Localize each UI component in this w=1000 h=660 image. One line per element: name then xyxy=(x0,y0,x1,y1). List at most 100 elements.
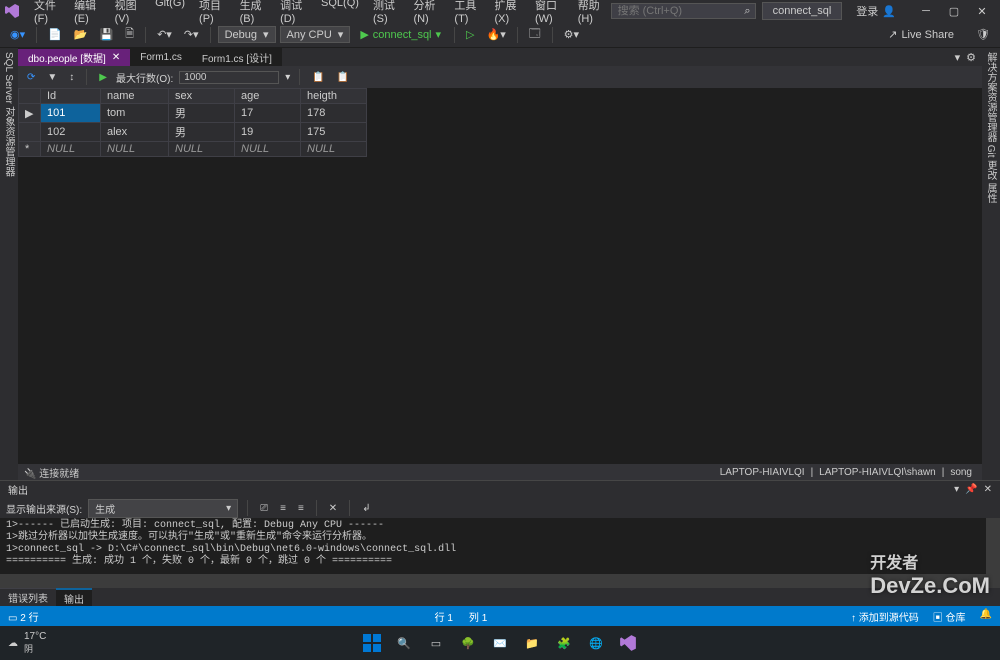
cell[interactable]: alex xyxy=(101,123,169,142)
back-button[interactable]: ◉▾ xyxy=(6,26,29,43)
script-icon[interactable]: 📋 xyxy=(309,71,327,84)
prev-icon[interactable]: ≡ xyxy=(277,502,289,515)
row-selector[interactable] xyxy=(19,123,41,142)
script2-icon[interactable]: 📋 xyxy=(334,71,352,84)
explorer-icon[interactable]: 📁 xyxy=(522,633,542,653)
chevron-down-icon[interactable]: ▾ xyxy=(285,72,290,83)
sort-icon[interactable]: ↕ xyxy=(66,71,77,84)
cell[interactable]: 19 xyxy=(235,123,301,142)
run-noDebug-button[interactable]: ▷ xyxy=(462,26,478,43)
panel-dropdown-icon[interactable]: ▾ xyxy=(954,484,959,495)
column-header[interactable]: name xyxy=(101,89,169,104)
close-button[interactable]: ✕ xyxy=(968,1,996,21)
save-all-button[interactable]: 🗎 xyxy=(121,23,138,46)
open-button[interactable]: 📂 xyxy=(70,26,92,43)
column-header[interactable]: age xyxy=(235,89,301,104)
output-hscrollbar[interactable] xyxy=(0,574,1000,588)
cell[interactable]: tom xyxy=(101,104,169,123)
cell[interactable]: 101 xyxy=(41,104,101,123)
mail-icon[interactable]: ✉️ xyxy=(490,633,510,653)
search-icon[interactable]: ⌕ xyxy=(744,5,750,18)
status-add-source[interactable]: ↑ 添加到源代码 xyxy=(851,609,919,624)
global-search[interactable]: ⌕ xyxy=(611,3,756,19)
tab-settings-icon[interactable]: ⚙ xyxy=(966,51,976,64)
menu-item[interactable]: Git(G) xyxy=(149,0,191,27)
doc-tab[interactable]: Form1.cs xyxy=(130,48,192,66)
run-button[interactable]: ▶ connect_sql ▾ xyxy=(354,26,447,43)
search-input[interactable] xyxy=(618,5,749,17)
app-icon-1[interactable]: 🌳 xyxy=(458,633,478,653)
status-repo[interactable]: ▣ 仓库 xyxy=(933,609,966,624)
right-side-rail[interactable]: 解决方案资源管理器 Git 更改 属性 xyxy=(982,48,1000,480)
cell[interactable]: NULL xyxy=(101,142,169,157)
table-row[interactable]: *NULLNULLNULLNULLNULL xyxy=(19,142,367,157)
filter-icon[interactable]: ▼ xyxy=(44,71,60,84)
menu-item[interactable]: 分析(N) xyxy=(407,0,446,27)
menu-item[interactable]: 扩展(X) xyxy=(488,0,527,27)
taskbar-search-icon[interactable]: 🔍 xyxy=(394,633,414,653)
tab-errorlist[interactable]: 错误列表 xyxy=(0,588,56,606)
menu-item[interactable]: 帮助(H) xyxy=(572,0,611,27)
next-icon[interactable]: ≡ xyxy=(295,502,307,515)
execute-icon[interactable]: ▶ xyxy=(96,71,110,84)
column-header[interactable]: heigth xyxy=(301,89,367,104)
new-button[interactable]: 📄 xyxy=(44,26,66,43)
cell[interactable]: 男 xyxy=(169,123,235,142)
project-selector[interactable]: connect_sql xyxy=(762,2,843,20)
menu-item[interactable]: 项目(P) xyxy=(193,0,232,27)
cell[interactable]: NULL xyxy=(235,142,301,157)
menu-item[interactable]: 生成(B) xyxy=(234,0,273,27)
close-tab-icon[interactable]: ✕ xyxy=(112,52,120,63)
tab-output[interactable]: 输出 xyxy=(56,588,92,606)
cell[interactable]: 男 xyxy=(169,104,235,123)
doc-tab[interactable]: Form1.cs [设计] xyxy=(192,48,282,66)
undo-button[interactable]: ↶▾ xyxy=(153,26,176,43)
column-header[interactable]: Id xyxy=(41,89,101,104)
cell[interactable]: 17 xyxy=(235,104,301,123)
vs-taskbar-icon[interactable] xyxy=(618,633,638,653)
app-icon-2[interactable]: 🧩 xyxy=(554,633,574,653)
menu-item[interactable]: 测试(S) xyxy=(367,0,406,27)
start-button[interactable] xyxy=(362,633,382,653)
weather-widget[interactable]: ☁ 17°C阴 xyxy=(8,631,46,655)
save-button[interactable]: 💾 xyxy=(96,26,118,43)
cell[interactable]: NULL xyxy=(41,142,101,157)
row-selector[interactable]: ▶ xyxy=(19,104,41,123)
refresh-icon[interactable]: ⟳ xyxy=(24,71,38,84)
tool-button[interactable]: ⚙▾ xyxy=(560,26,583,43)
panel-close-icon[interactable]: ✕ xyxy=(984,484,992,495)
output-text[interactable]: 1>------ 已启动生成: 项目: connect_sql, 配置: Deb… xyxy=(0,518,1000,574)
clear-icon[interactable]: ✕ xyxy=(326,502,340,515)
cell[interactable]: NULL xyxy=(301,142,367,157)
cell[interactable]: 102 xyxy=(41,123,101,142)
cell[interactable]: 175 xyxy=(301,123,367,142)
maximize-button[interactable]: ▢ xyxy=(940,1,968,21)
hot-reload-button[interactable]: 🔥▾ xyxy=(483,26,510,43)
table-row[interactable]: 102alex男19175 xyxy=(19,123,367,142)
login-button[interactable]: 登录 👤 xyxy=(848,1,904,21)
data-grid[interactable]: Idnamesexageheigth▶101tom男17178102alex男1… xyxy=(18,88,367,157)
config-dropdown[interactable]: Debug▾ xyxy=(218,26,276,43)
taskview-icon[interactable]: ▭ xyxy=(426,633,446,653)
wrap-icon[interactable]: ↲ xyxy=(359,502,373,515)
find-icon[interactable]: ⎚ xyxy=(257,502,271,515)
table-row[interactable]: ▶101tom男17178 xyxy=(19,104,367,123)
liveshare-button[interactable]: ↗Live Share xyxy=(880,26,962,43)
output-source-dropdown[interactable]: 生成▾ xyxy=(88,499,238,518)
redo-button[interactable]: ↷▾ xyxy=(180,26,203,43)
cell[interactable]: 178 xyxy=(301,104,367,123)
left-side-rail[interactable]: SQL Server 对象资源管理器 xyxy=(0,48,18,480)
doc-tab[interactable]: dbo.people [数据]✕ xyxy=(18,48,130,66)
menu-item[interactable]: 工具(T) xyxy=(448,0,486,27)
tab-dropdown[interactable]: ▾ xyxy=(955,51,961,64)
edge-icon[interactable]: 🌐 xyxy=(586,633,606,653)
minimize-button[interactable]: ─ xyxy=(912,1,940,21)
platform-dropdown[interactable]: Any CPU▾ xyxy=(280,26,351,43)
output-scrollbar[interactable] xyxy=(986,518,1000,574)
menu-item[interactable]: SQL(Q) xyxy=(315,0,365,27)
row-selector[interactable]: * xyxy=(19,142,41,157)
menu-item[interactable]: 编辑(E) xyxy=(68,0,107,27)
status-bell-icon[interactable]: 🔔 xyxy=(980,609,992,624)
cell[interactable]: NULL xyxy=(169,142,235,157)
menu-item[interactable]: 调试(D) xyxy=(274,0,313,27)
